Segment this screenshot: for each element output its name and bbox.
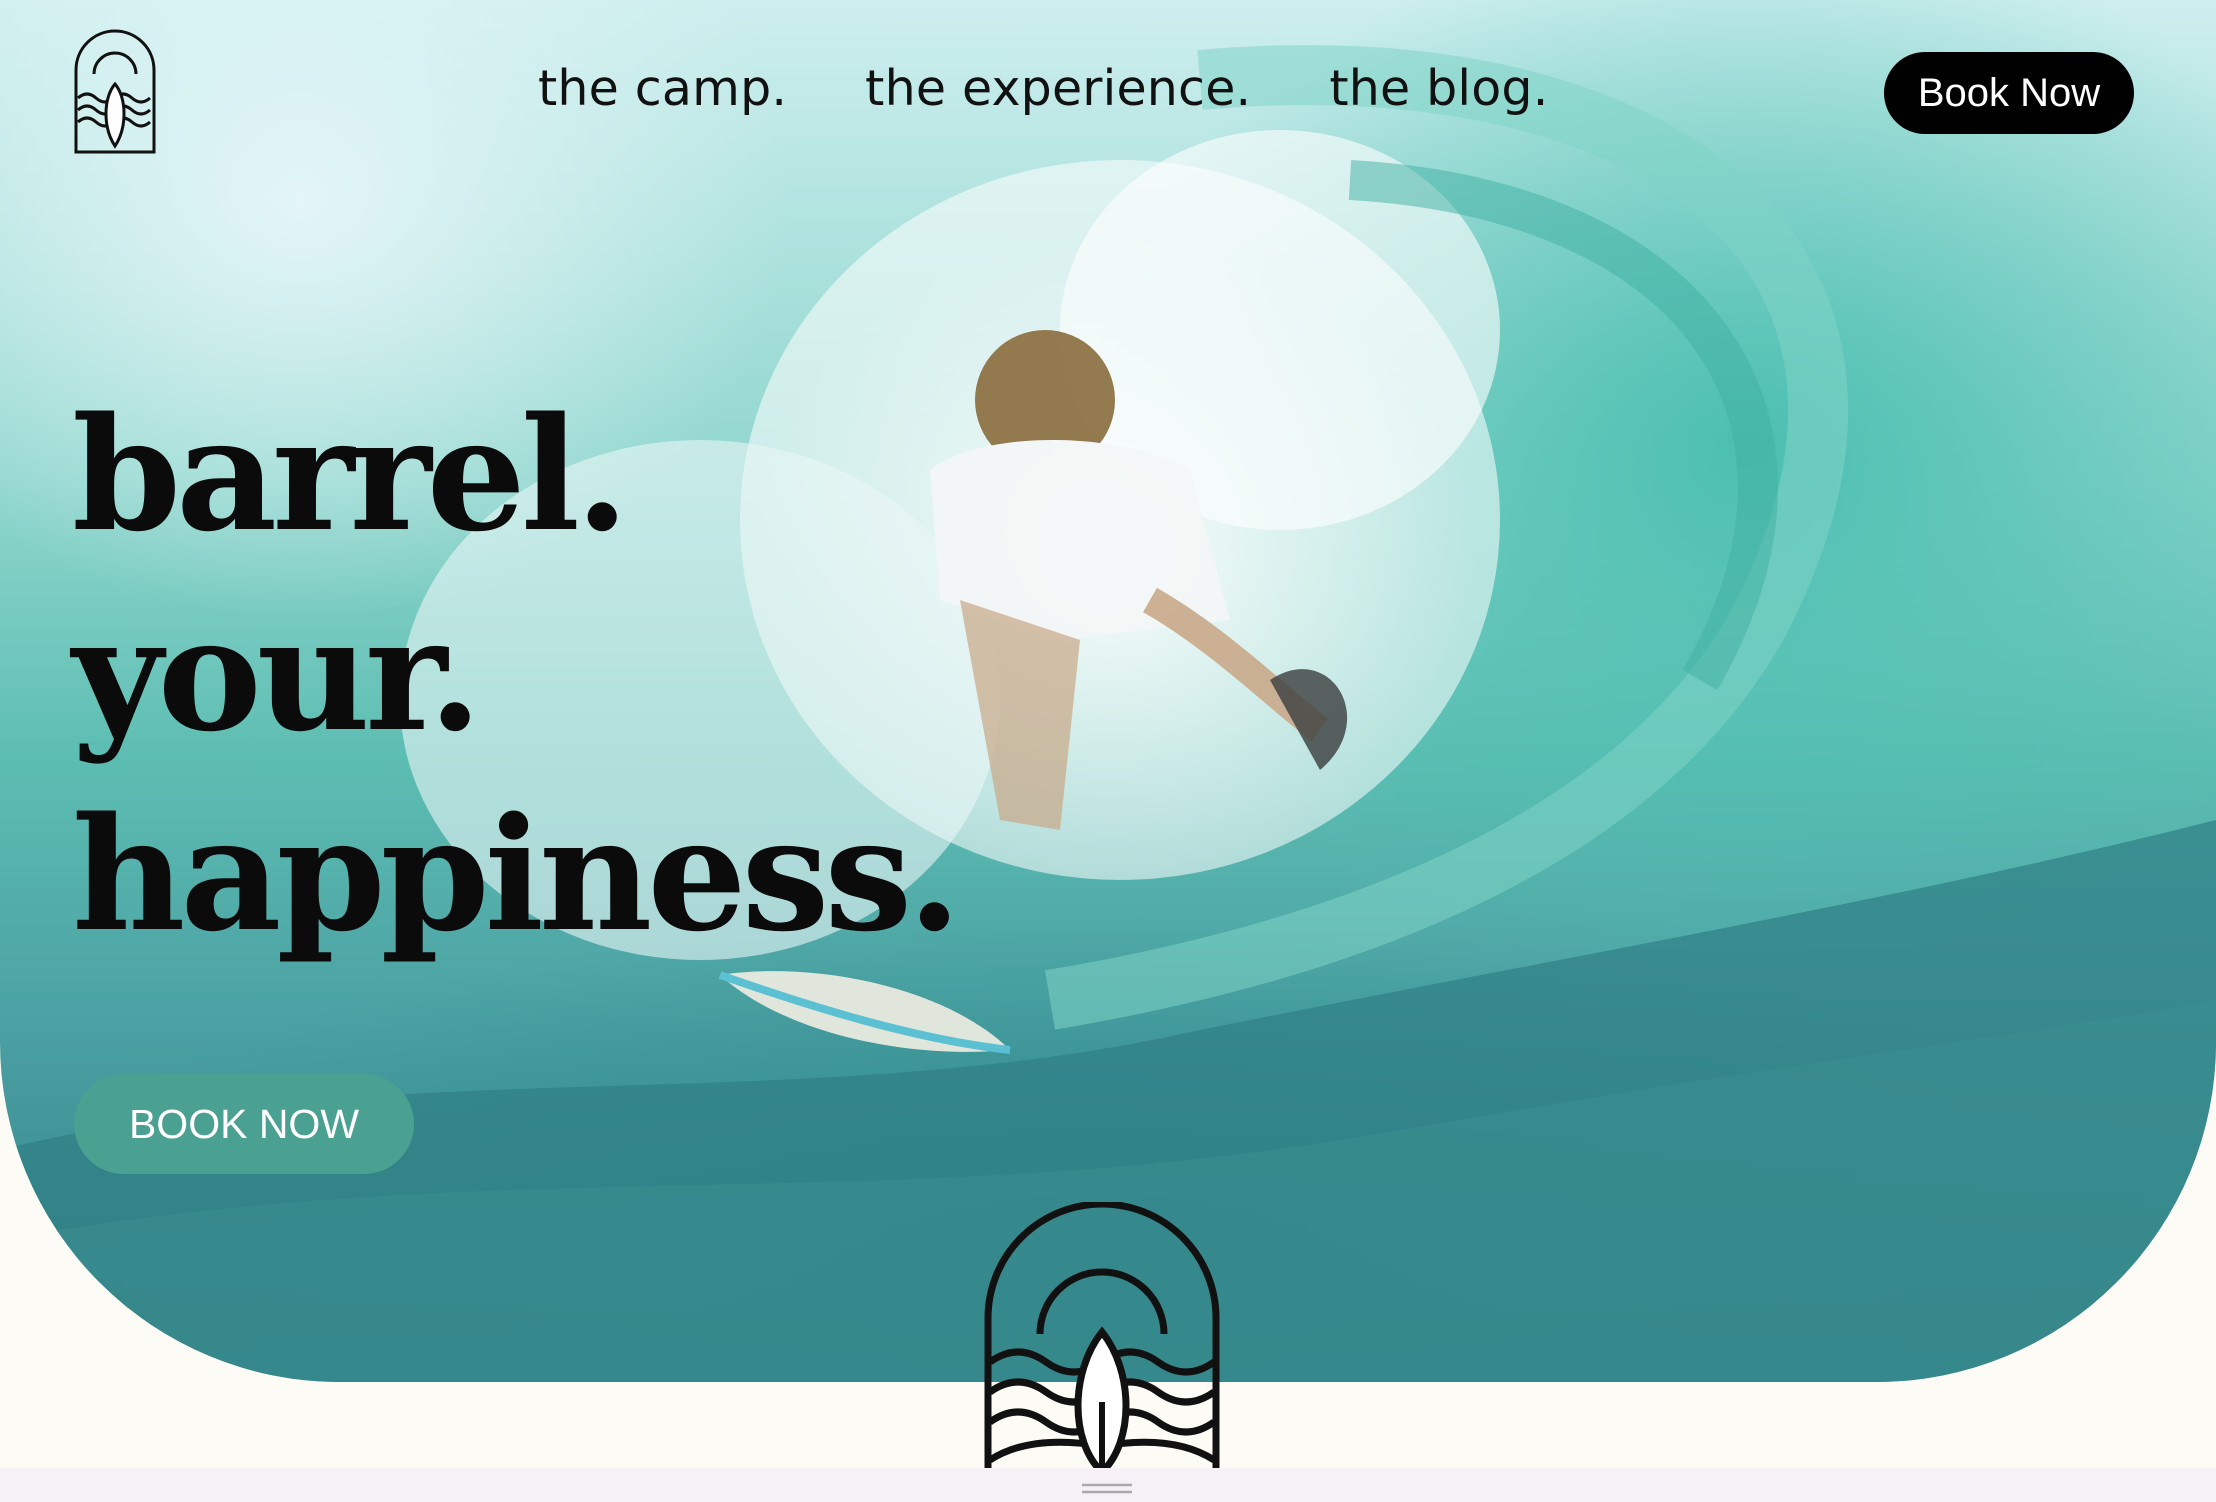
brand-logo-icon[interactable] [72, 28, 158, 156]
surf-logo-icon [984, 1202, 1220, 1472]
hero-headline: barrel. your. happiness. [72, 375, 962, 975]
page: the camp. the experience. the blog. Book… [0, 0, 2216, 1502]
headline-line-2: your. [72, 583, 482, 766]
drag-handle-icon[interactable] [1082, 1482, 1132, 1496]
nav-item-the-experience[interactable]: the experience. [865, 60, 1251, 117]
headline-line-3: happiness. [72, 783, 962, 966]
book-now-button[interactable]: Book Now [1884, 52, 2134, 134]
hero-book-now-button[interactable]: BOOK NOW [74, 1074, 414, 1174]
headline-line-1: barrel. [72, 383, 629, 566]
main-nav: the camp. the experience. the blog. [538, 60, 1549, 117]
nav-item-the-camp[interactable]: the camp. [538, 60, 787, 117]
nav-item-the-blog[interactable]: the blog. [1329, 60, 1548, 117]
